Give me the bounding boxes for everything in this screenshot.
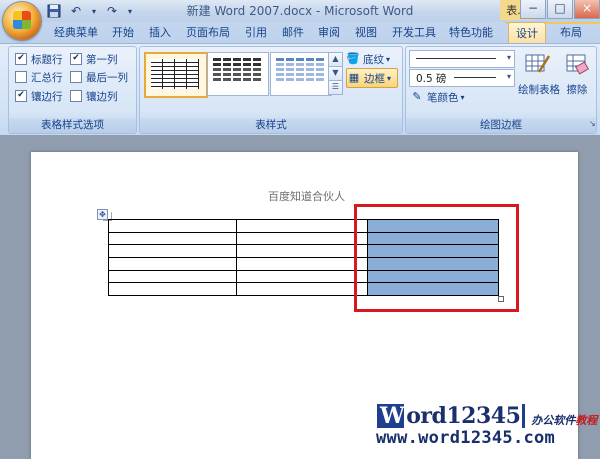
table-cell[interactable]	[107, 244, 238, 258]
group-label: 表样式	[140, 118, 402, 133]
window-controls: − □ ×	[519, 0, 600, 20]
borders-button[interactable]: ▦ 边框 ▾	[346, 68, 398, 88]
paint-bucket-icon: 🪣	[346, 52, 360, 65]
pen-color-button[interactable]: ✎ 笔颜色 ▾	[410, 88, 465, 106]
table-cell[interactable]	[236, 244, 368, 258]
option-banded-columns[interactable]: 镶边列	[70, 88, 118, 104]
table-style-grid[interactable]	[144, 52, 208, 98]
option-header-row[interactable]: ✔ 标题行	[15, 51, 63, 67]
table-style-plain[interactable]	[207, 52, 269, 96]
group-label: 绘图边框	[406, 118, 596, 133]
checkbox-unchecked-icon[interactable]	[70, 71, 82, 83]
undo-icon[interactable]: ↶	[68, 4, 84, 19]
watermark-tagline: 办公软件教程	[531, 414, 598, 427]
quick-access-toolbar: ↶ ▾ ↷ ▾	[46, 3, 134, 19]
option-banded-rows[interactable]: ✔ 镶边行	[15, 88, 63, 104]
group-label: 表格样式选项	[9, 118, 136, 133]
office-button[interactable]	[3, 2, 41, 40]
selection-highlight-box	[354, 204, 519, 312]
option-total-row[interactable]: 汇总行	[15, 69, 63, 85]
table-cell[interactable]	[236, 231, 368, 246]
tab-insert[interactable]: 插入	[149, 25, 171, 41]
office-logo-icon	[13, 11, 31, 29]
qat-customize-icon[interactable]: ▾	[126, 4, 134, 19]
eraser-button[interactable]: 擦除	[560, 48, 594, 110]
document-heading: 百度知道合伙人	[268, 190, 345, 203]
dropdown-arrow-icon: ▾	[460, 92, 465, 102]
checkbox-checked-icon[interactable]: ✔	[15, 90, 27, 102]
draw-table-icon	[524, 52, 551, 76]
option-last-column[interactable]: 最后一列	[70, 69, 128, 85]
tab-review[interactable]: 审阅	[318, 25, 340, 41]
watermark-url: www.word12345.com	[376, 428, 556, 448]
dropdown-arrow-icon: ▾	[506, 72, 511, 81]
tab-view[interactable]: 视图	[355, 25, 377, 41]
draw-table-button[interactable]: 绘制表格	[518, 48, 560, 110]
pen-icon: ✎	[412, 90, 422, 103]
dropdown-arrow-icon: ▾	[387, 73, 392, 83]
table-cell[interactable]	[107, 256, 238, 271]
close-button[interactable]: ×	[574, 0, 600, 19]
table-cell[interactable]	[107, 219, 238, 233]
table-move-handle-icon[interactable]: ✥	[97, 209, 108, 220]
dropdown-arrow-icon: ▾	[506, 53, 511, 62]
tab-classic-menu[interactable]: 经典菜单	[54, 25, 98, 41]
watermark-logo: Word12345	[377, 403, 526, 429]
dropdown-arrow-icon: ▾	[386, 54, 391, 64]
table-style-light-blue[interactable]	[270, 52, 332, 96]
minimize-button[interactable]: −	[520, 0, 546, 19]
tab-special[interactable]: 特色功能	[449, 25, 493, 41]
undo-dropdown-icon[interactable]: ▾	[90, 4, 98, 19]
table-cell[interactable]	[236, 282, 368, 296]
gallery-scroll-up-icon[interactable]: ▲	[328, 52, 343, 67]
tab-references[interactable]: 引用	[245, 25, 267, 41]
shading-button[interactable]: 🪣 底纹 ▾	[346, 50, 390, 68]
line-weight-dropdown[interactable]: 0.5 磅 ▾	[409, 69, 515, 87]
checkbox-checked-icon[interactable]: ✔	[70, 53, 82, 65]
tab-home[interactable]: 开始	[112, 25, 134, 41]
tab-developer[interactable]: 开发工具	[392, 25, 436, 41]
table-cell[interactable]	[236, 256, 368, 271]
table-cell[interactable]	[236, 269, 368, 284]
watermark-brand: Word12345 办公软件教程	[377, 403, 598, 429]
tab-design[interactable]: 设计	[508, 22, 546, 44]
maximize-button[interactable]: □	[547, 0, 573, 19]
tab-page-layout[interactable]: 页面布局	[186, 25, 230, 41]
eraser-icon	[565, 52, 590, 76]
tab-mailings[interactable]: 邮件	[282, 25, 304, 41]
redo-icon[interactable]: ↷	[104, 4, 120, 19]
gallery-scroll-down-icon[interactable]: ▼	[328, 66, 343, 81]
table-cell[interactable]	[236, 219, 368, 233]
table-cell[interactable]	[107, 282, 238, 296]
table-cell[interactable]	[107, 231, 238, 246]
checkbox-checked-icon[interactable]: ✔	[15, 53, 27, 65]
line-style-dropdown[interactable]: ▾	[409, 50, 515, 68]
borders-grid-icon: ▦	[348, 71, 360, 84]
dialog-launcher-icon[interactable]: ↘	[589, 119, 596, 128]
tab-layout[interactable]: 布局	[560, 25, 582, 41]
checkbox-unchecked-icon[interactable]	[15, 71, 27, 83]
table-cell[interactable]	[107, 269, 238, 284]
gallery-more-icon[interactable]: ☰	[328, 80, 343, 95]
save-icon[interactable]	[46, 4, 62, 19]
checkbox-unchecked-icon[interactable]	[70, 90, 82, 102]
option-first-column[interactable]: ✔ 第一列	[70, 51, 118, 67]
